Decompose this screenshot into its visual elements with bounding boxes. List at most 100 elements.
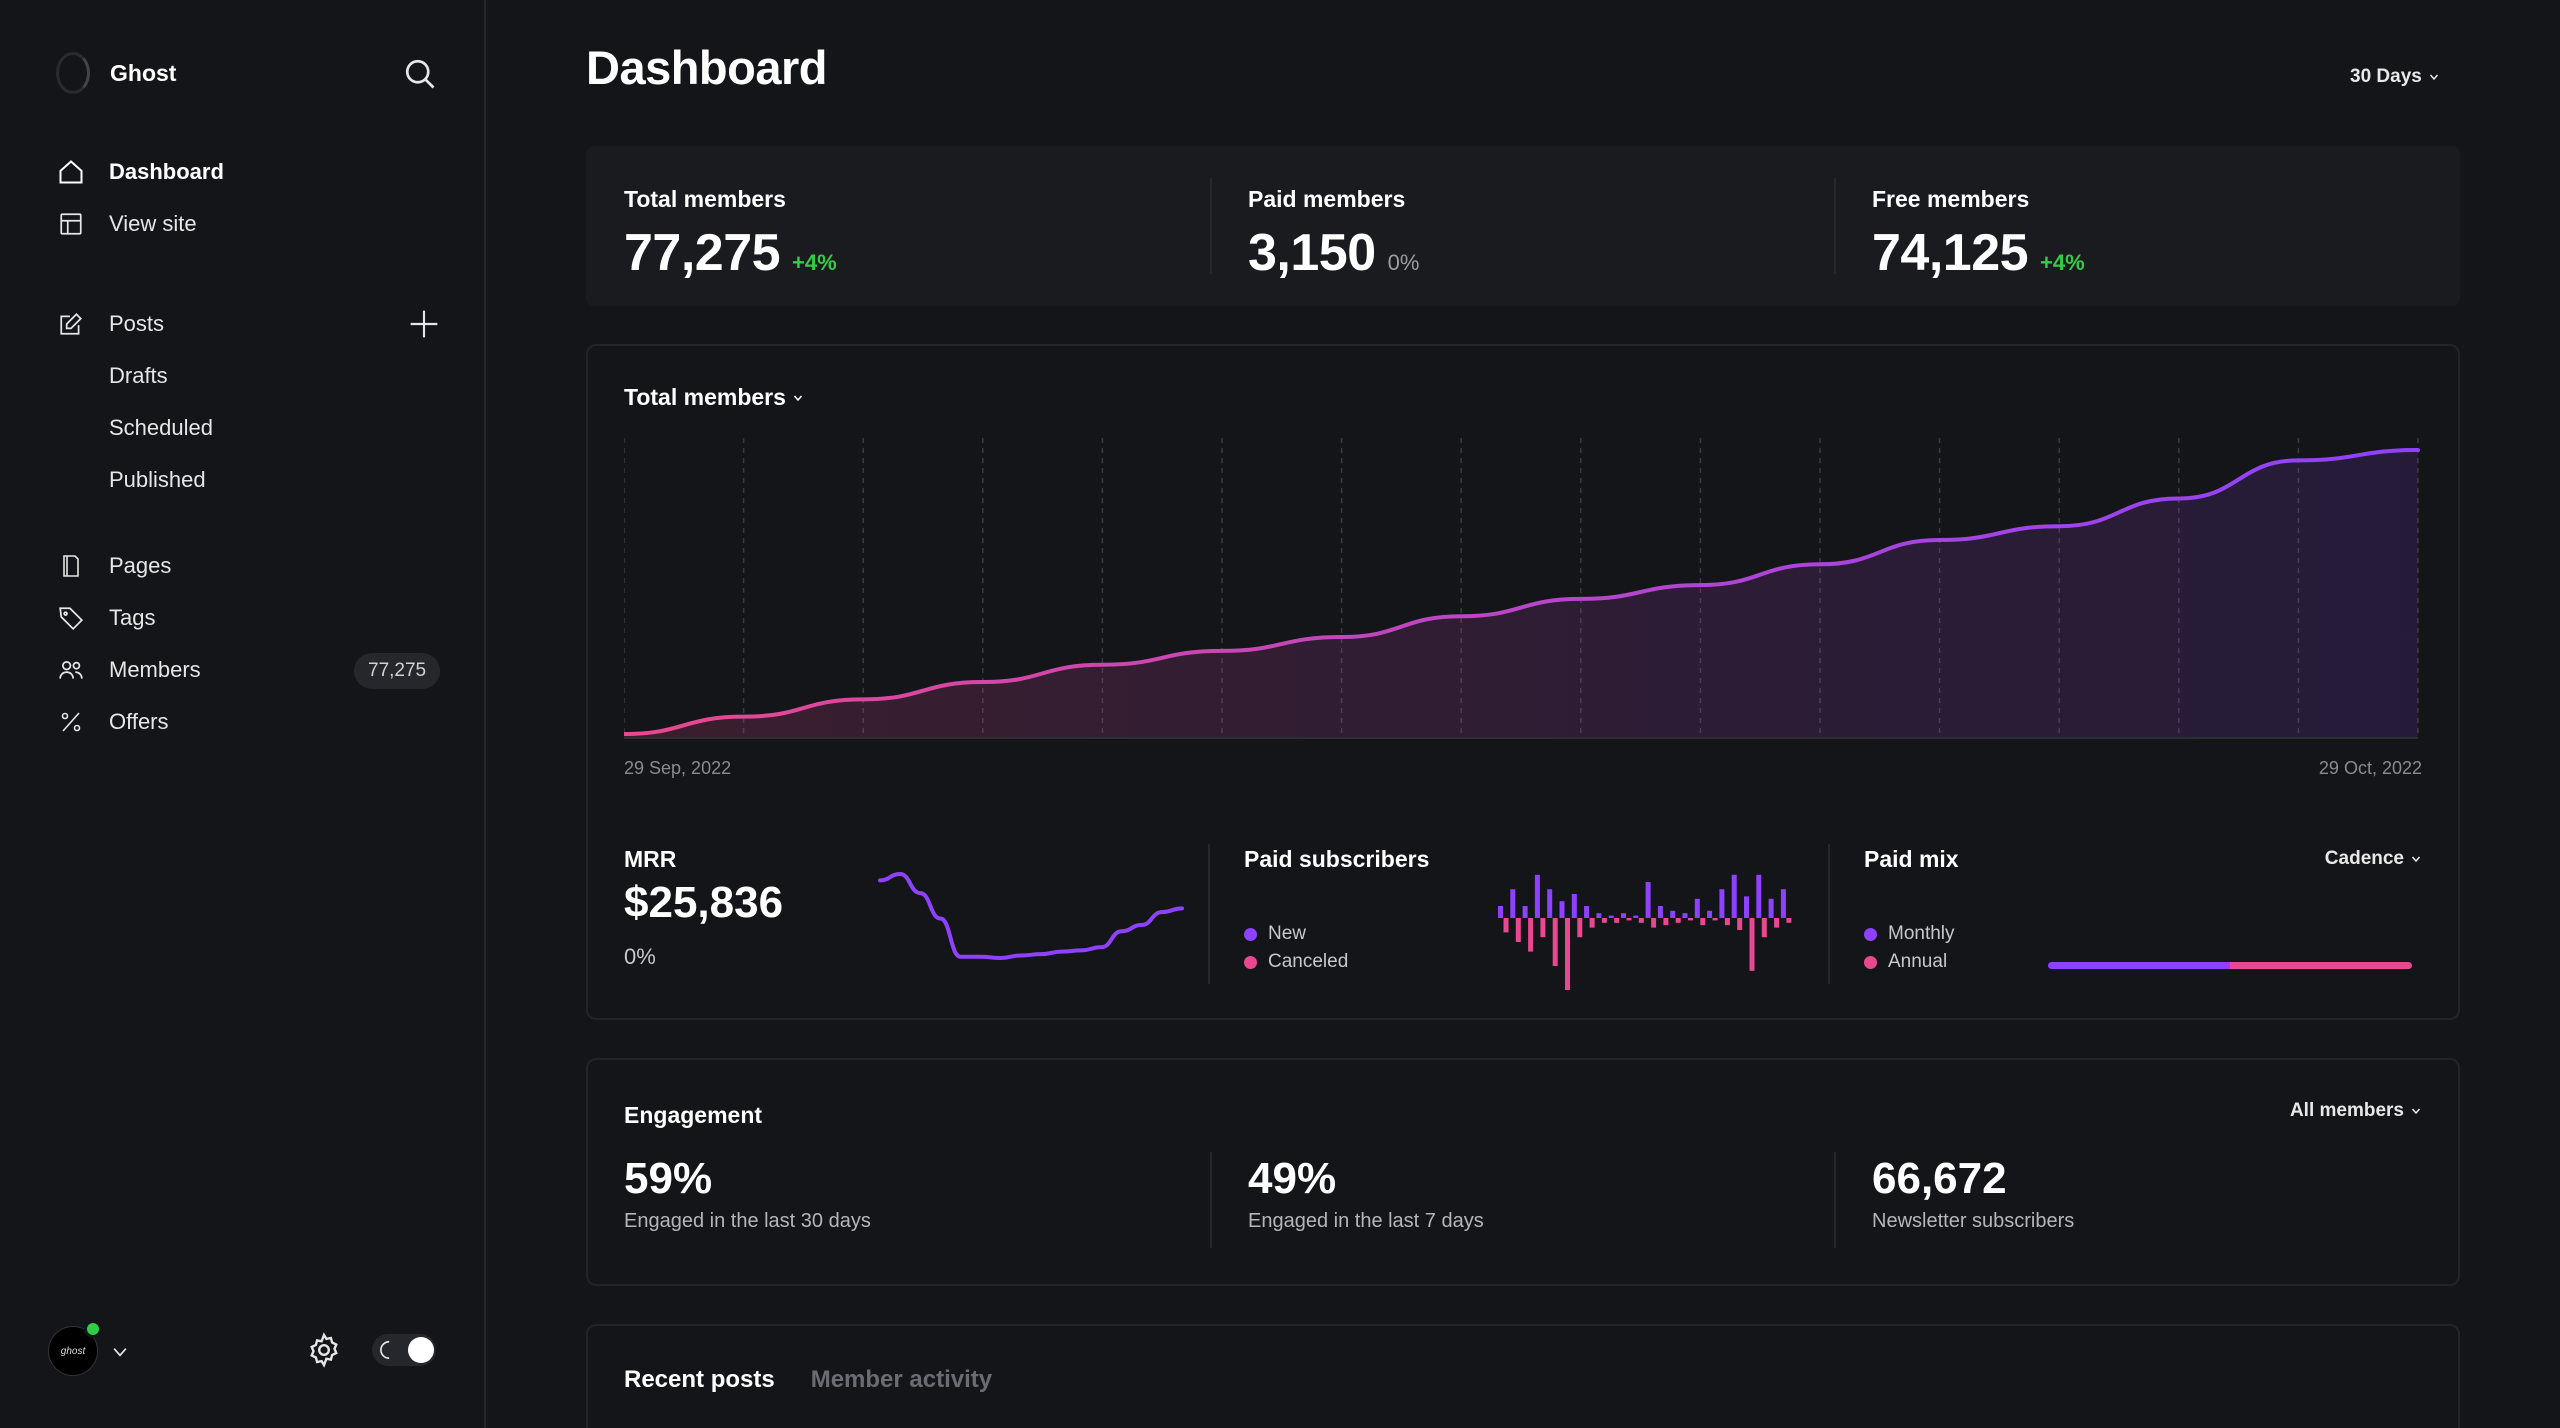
recent-card: Recent posts Member activity [586, 1324, 2460, 1428]
nav-item-view-site[interactable]: View site [56, 198, 224, 250]
engagement-stat-7d: 49% Engaged in the last 7 days [1248, 1154, 1484, 1233]
nav-item-pages[interactable]: Pages [56, 540, 456, 592]
bar-canceled [1675, 918, 1681, 923]
bar-canceled [1528, 918, 1534, 952]
sidebar-footer: ghost [48, 1320, 448, 1378]
nav-item-tags[interactable]: Tags [56, 592, 456, 644]
divider [1828, 844, 1830, 984]
chart-title: Total members [624, 384, 786, 410]
tab-recent-posts[interactable]: Recent posts [624, 1366, 775, 1394]
engagement-stat-newsletter: 66,672 Newsletter subscribers [1872, 1154, 2074, 1233]
gear-icon[interactable] [306, 1332, 342, 1368]
search-icon[interactable] [402, 56, 438, 92]
period-select[interactable]: 30 Days [2350, 66, 2440, 88]
bar-new [1707, 910, 1713, 918]
bar-canceled [1503, 918, 1509, 933]
percent-icon [56, 707, 86, 737]
x-axis-end-label: 29 Oct, 2022 [2318, 758, 2422, 778]
paid-subscribers-legend: New Canceled [1244, 920, 1348, 976]
bar-new [1633, 915, 1639, 918]
legend-item-annual: Annual [1864, 948, 1955, 976]
chart-metric-select[interactable]: Total members [624, 384, 804, 411]
bar-new [1534, 874, 1540, 918]
nav-item-dashboard[interactable]: Dashboard [56, 146, 224, 198]
tab-member-activity[interactable]: Member activity [811, 1366, 992, 1394]
members-count-badge: 77,275 [354, 653, 441, 689]
bar-new [1756, 874, 1762, 918]
paid-mix-legend: Monthly Annual [1864, 920, 1955, 976]
theme-toggle[interactable] [372, 1334, 436, 1366]
brand[interactable]: Ghost [56, 52, 176, 94]
nav-label: Posts [109, 311, 165, 336]
mrr-line [878, 872, 1184, 960]
divider [1210, 1152, 1212, 1248]
divider [1834, 178, 1836, 274]
paid-mix-bar[interactable] [2048, 962, 2412, 969]
kpi-value: 74,125 [1872, 224, 2029, 282]
page-title: Dashboard [586, 41, 828, 94]
members-area-fill [624, 450, 2418, 738]
chevron-down-icon [793, 395, 802, 401]
main-nav: Dashboard View site [56, 146, 224, 250]
kpi-paid-members[interactable]: Paid members 3,150 0% [1248, 186, 1419, 283]
kpi-free-members[interactable]: Free members 74,125 +4% [1872, 186, 2085, 283]
bar-canceled [1749, 918, 1755, 971]
bar-canceled [1601, 918, 1607, 923]
toggle-knob [408, 1337, 434, 1363]
nav-item-scheduled[interactable]: Scheduled [56, 402, 456, 454]
site-name: Ghost [110, 59, 177, 86]
paid-mix-monthly-segment [2048, 962, 2230, 969]
kpi-label: Free members [1872, 186, 2030, 212]
chevron-down-icon [2411, 856, 2421, 863]
bar-canceled [1786, 918, 1792, 923]
paid-subscribers-bar-chart[interactable] [1496, 852, 1806, 992]
bar-new [1559, 901, 1565, 918]
mrr-title: MRR [624, 846, 677, 872]
chevron-down-icon[interactable] [110, 1342, 130, 1362]
bar-new [1621, 913, 1626, 918]
nav-item-published[interactable]: Published [56, 454, 456, 506]
members-chart-card: Total members 29 Sep, 2022 29 Oct, 2022 … [586, 344, 2460, 1020]
nav-item-offers[interactable]: Offers [56, 696, 456, 748]
bar-new [1571, 894, 1577, 918]
bar-canceled [1515, 918, 1521, 942]
cadence-select[interactable]: Cadence [2325, 848, 2422, 870]
bar-new [1682, 913, 1688, 918]
members-area-chart[interactable] [624, 438, 2424, 748]
engagement-filter-select[interactable]: All members [2290, 1100, 2422, 1122]
nav-item-posts[interactable]: Posts [56, 298, 456, 350]
nav-item-drafts[interactable]: Drafts [56, 350, 456, 402]
legend-dot [1864, 927, 1877, 941]
add-post-icon[interactable] [408, 308, 440, 340]
stat-value: 66,672 [1872, 1154, 2007, 1203]
nav-label: View site [109, 211, 197, 236]
legend-item-monthly: Monthly [1864, 920, 1955, 948]
kpi-total-members[interactable]: Total members 77,275 +4% [624, 186, 837, 283]
bar-canceled [1774, 918, 1780, 928]
bar-canceled [1700, 918, 1706, 926]
mrr-delta: 0% [624, 944, 656, 969]
bar-canceled [1724, 918, 1730, 926]
bar-new [1731, 874, 1737, 918]
filter-label: All members [2289, 1100, 2404, 1121]
bar-canceled [1638, 918, 1644, 923]
legend-label: New [1268, 923, 1307, 944]
bar-new [1657, 906, 1663, 918]
site-logo [56, 52, 90, 94]
bar-canceled [1712, 918, 1718, 921]
nav-item-members[interactable]: Members 77,275 [56, 644, 456, 696]
paid-mix-annual-segment [2230, 962, 2412, 969]
engagement-card: Engagement All members 59% Engaged in th… [586, 1058, 2460, 1286]
mrr-value: $25,836 [624, 878, 784, 927]
bar-canceled [1614, 918, 1620, 923]
divider [1210, 178, 1212, 274]
mrr-sparkline[interactable] [876, 866, 1186, 976]
bar-canceled [1589, 918, 1595, 928]
kpi-delta: 0% [1387, 250, 1420, 275]
bar-new [1584, 906, 1590, 918]
kpi-delta: +4% [792, 250, 837, 275]
legend-dot [1864, 955, 1877, 969]
bar-new [1670, 910, 1676, 918]
bar-new [1522, 906, 1528, 918]
recent-tabs: Recent posts Member activity [624, 1366, 992, 1394]
